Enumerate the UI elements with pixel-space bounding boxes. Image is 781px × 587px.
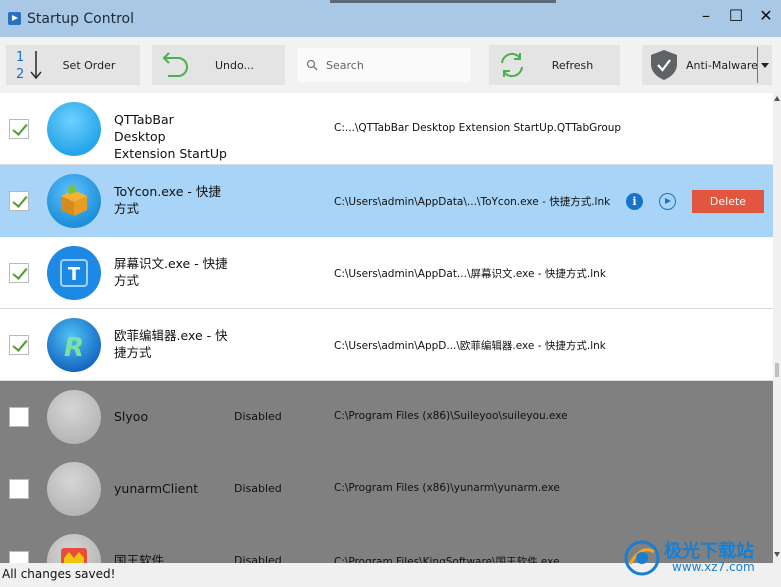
item-path: C:\Users\admin\AppData\...\ToYcon.exe - …	[334, 196, 611, 208]
enable-checkbox[interactable]	[9, 119, 29, 139]
list-item[interactable]: Slyoo Disabled C:\Program Files (x86)\Su…	[0, 381, 773, 453]
window-controls: – ☐ ✕	[691, 0, 781, 30]
delete-button[interactable]: Delete	[692, 190, 764, 213]
blue-circle-icon	[47, 102, 101, 156]
close-button[interactable]: ✕	[751, 0, 781, 30]
search-icon	[306, 59, 318, 71]
item-path: C:\Users\admin\AppD...\欧菲编辑器.exe - 快捷方式.…	[334, 340, 606, 352]
chevron-down-icon[interactable]	[761, 63, 769, 69]
item-name: yunarmClient	[114, 481, 199, 496]
list-item[interactable]: T 屏幕识文.exe - 快捷方式 C:\Users\admin\AppDat.…	[0, 237, 773, 309]
item-name: ToYcon.exe - 快捷方式	[114, 184, 221, 216]
watermark-logo-icon	[624, 540, 660, 576]
title-bar: Startup Control – ☐ ✕	[0, 0, 781, 37]
watermark-url: www.xz7.com	[672, 560, 755, 574]
scroll-up-arrow-icon[interactable]	[774, 96, 780, 101]
info-button[interactable]: i	[626, 193, 643, 210]
king-icon	[47, 534, 101, 563]
enable-checkbox[interactable]	[9, 335, 29, 355]
list-item[interactable]: R 欧菲编辑器.exe - 快捷方式 C:\Users\admin\AppD..…	[0, 309, 773, 381]
scroll-thumb[interactable]	[775, 363, 779, 377]
text-t-letter: T	[68, 264, 81, 285]
refresh-label: Refresh	[551, 58, 594, 72]
set-order-button[interactable]: 1 2 Set Order	[6, 45, 140, 85]
list-item[interactable]: ToYcon.exe - 快捷方式 C:\Users\admin\AppData…	[0, 165, 773, 237]
item-path: C:...\QTTabBar Desktop Extension StartUp…	[334, 122, 622, 134]
item-status: Disabled	[234, 410, 282, 423]
r-logo-letter: R	[64, 333, 84, 363]
item-status: Disabled	[234, 554, 282, 563]
title-bar-strip	[330, 0, 556, 3]
undo-label: Undo...	[214, 58, 255, 72]
app-icon	[8, 12, 21, 25]
status-message: All changes saved!	[2, 567, 116, 581]
list-item[interactable]: yunarmClient Disabled C:\Program Files (…	[0, 453, 773, 525]
maximize-button[interactable]: ☐	[721, 0, 751, 30]
search-input[interactable]: Search	[298, 48, 470, 82]
set-order-label: Set Order	[62, 58, 116, 72]
grey-circle-icon	[47, 462, 101, 516]
enable-checkbox[interactable]	[9, 407, 29, 427]
run-button[interactable]	[659, 193, 676, 210]
startup-list: QTTabBar Desktop Extension StartUp C:...…	[0, 93, 773, 563]
antimalware-label: Anti-Malware	[686, 58, 758, 72]
text-t-icon: T	[47, 246, 101, 300]
antimalware-button[interactable]: Anti-Malware	[642, 45, 772, 85]
enable-checkbox[interactable]	[9, 551, 29, 563]
item-path: C:\Users\admin\AppDat...\屏幕识文.exe - 快捷方式…	[334, 268, 606, 280]
undo-button[interactable]: Undo...	[152, 45, 285, 85]
item-name: 屏幕识文.exe - 快捷方式	[114, 256, 228, 288]
item-name: 国王软件	[114, 553, 165, 563]
item-name: 欧菲编辑器.exe - 快捷方式	[114, 328, 228, 360]
minimize-button[interactable]: –	[691, 0, 721, 30]
item-path: C:\Program Files (x86)\yunarm\yunarm.exe	[334, 482, 560, 494]
enable-checkbox[interactable]	[9, 479, 29, 499]
item-path: C:\Program Files\KingSoftware\国王软件.exe	[334, 556, 560, 563]
vertical-scrollbar[interactable]	[773, 93, 781, 563]
item-status: Disabled	[234, 482, 282, 495]
toolbar: 1 2 Set Order Undo... Search Refresh Ant…	[0, 37, 781, 93]
list-item[interactable]: QTTabBar Desktop Extension StartUp C:...…	[0, 93, 773, 165]
grey-circle-icon	[47, 390, 101, 444]
item-name: QTTabBar Desktop Extension StartUp	[114, 112, 227, 161]
r-logo-icon: R	[47, 318, 101, 372]
box-icon	[47, 174, 101, 228]
watermark: 极光下载站 www.xz7.com	[620, 535, 780, 581]
window-title: Startup Control	[27, 10, 135, 27]
antimalware-divider	[757, 47, 758, 83]
item-name: Slyoo	[114, 409, 149, 424]
refresh-button[interactable]: Refresh	[489, 45, 620, 85]
enable-checkbox[interactable]	[9, 263, 29, 283]
item-path: C:\Program Files (x86)\Suileyoo\suileyou…	[334, 410, 568, 422]
search-placeholder: Search	[326, 58, 364, 72]
enable-checkbox[interactable]	[9, 191, 29, 211]
